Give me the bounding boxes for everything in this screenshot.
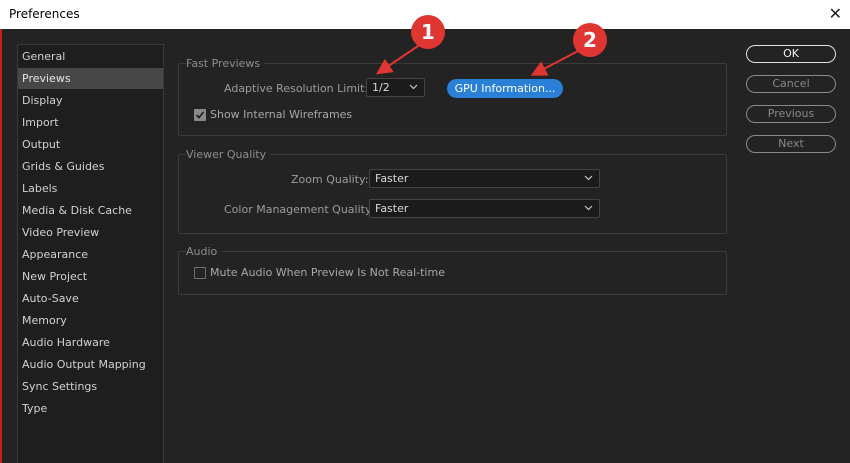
sidebar-item-appearance[interactable]: Appearance bbox=[18, 244, 163, 265]
viewer-quality-title: Viewer Quality bbox=[186, 148, 271, 161]
sidebar: General Previews Display Import Output G… bbox=[17, 44, 164, 463]
adaptive-resolution-label: Adaptive Resolution Limit: bbox=[224, 82, 369, 95]
sidebar-item-new-project[interactable]: New Project bbox=[18, 266, 163, 287]
zoom-quality-value: Faster bbox=[375, 172, 409, 185]
sidebar-item-import[interactable]: Import bbox=[18, 112, 163, 133]
window-title: Preferences bbox=[9, 7, 80, 21]
adaptive-resolution-value: 1/2 bbox=[372, 81, 390, 94]
sidebar-item-display[interactable]: Display bbox=[18, 90, 163, 111]
close-icon[interactable]: ✕ bbox=[829, 4, 842, 23]
sidebar-item-media-disk-cache[interactable]: Media & Disk Cache bbox=[18, 200, 163, 221]
sidebar-item-video-preview[interactable]: Video Preview bbox=[18, 222, 163, 243]
gpu-information-button[interactable]: GPU Information... bbox=[447, 79, 563, 98]
mute-audio-label: Mute Audio When Preview Is Not Real-time bbox=[210, 266, 445, 279]
sidebar-item-grids-guides[interactable]: Grids & Guides bbox=[18, 156, 163, 177]
zoom-quality-label: Zoom Quality: bbox=[291, 173, 369, 186]
sidebar-item-output[interactable]: Output bbox=[18, 134, 163, 155]
show-wireframes-checkbox[interactable] bbox=[194, 109, 206, 121]
color-management-select[interactable]: Faster bbox=[369, 199, 600, 218]
sidebar-item-general[interactable]: General bbox=[18, 46, 163, 67]
previous-button[interactable]: Previous bbox=[746, 105, 836, 123]
sidebar-item-auto-save[interactable]: Auto-Save bbox=[18, 288, 163, 309]
sidebar-item-sync-settings[interactable]: Sync Settings bbox=[18, 376, 163, 397]
color-management-label: Color Management Quality: bbox=[224, 203, 375, 216]
show-wireframes-label: Show Internal Wireframes bbox=[210, 108, 353, 121]
ok-button[interactable]: OK bbox=[746, 45, 836, 63]
fast-previews-group bbox=[178, 63, 727, 136]
sidebar-item-labels[interactable]: Labels bbox=[18, 178, 163, 199]
checkmark-icon bbox=[195, 111, 205, 119]
annotation-badge-1: 1 bbox=[411, 15, 445, 49]
adaptive-resolution-select[interactable]: 1/2 bbox=[366, 78, 425, 97]
chevron-down-icon bbox=[409, 84, 418, 90]
sidebar-item-memory[interactable]: Memory bbox=[18, 310, 163, 331]
audio-title: Audio bbox=[186, 245, 222, 258]
viewer-quality-group bbox=[178, 154, 727, 234]
window-edge-accent bbox=[0, 29, 2, 463]
sidebar-item-audio-hardware[interactable]: Audio Hardware bbox=[18, 332, 163, 353]
sidebar-item-previews[interactable]: Previews bbox=[18, 68, 163, 89]
fast-previews-title: Fast Previews bbox=[186, 57, 265, 70]
zoom-quality-select[interactable]: Faster bbox=[369, 169, 600, 188]
chevron-down-icon bbox=[584, 175, 593, 181]
color-management-value: Faster bbox=[375, 202, 409, 215]
chevron-down-icon bbox=[584, 205, 593, 211]
annotation-badge-2: 2 bbox=[573, 23, 607, 57]
sidebar-item-type[interactable]: Type bbox=[18, 398, 163, 419]
cancel-button[interactable]: Cancel bbox=[746, 75, 836, 93]
next-button[interactable]: Next bbox=[746, 135, 836, 153]
mute-audio-checkbox[interactable] bbox=[194, 267, 206, 279]
sidebar-item-audio-output-mapping[interactable]: Audio Output Mapping bbox=[18, 354, 163, 375]
